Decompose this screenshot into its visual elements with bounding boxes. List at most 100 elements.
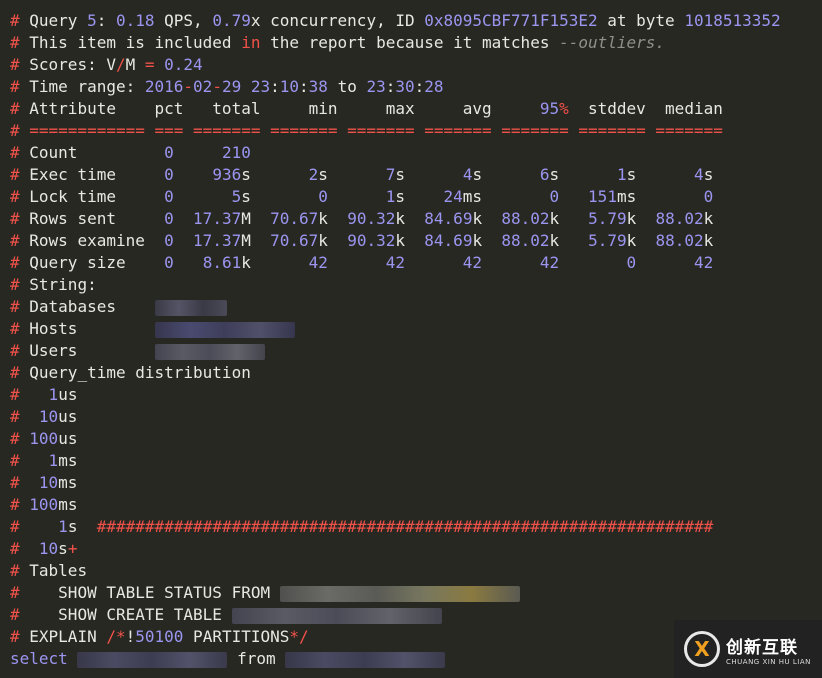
terminal-text: k bbox=[395, 209, 425, 228]
terminal-text: ms bbox=[462, 187, 550, 206]
terminal-text: M bbox=[125, 55, 145, 74]
terminal-text: + bbox=[67, 539, 78, 558]
terminal-text: 936 bbox=[212, 165, 242, 184]
terminal-line: # Databases bbox=[10, 296, 822, 318]
terminal-text: k bbox=[318, 231, 348, 250]
terminal-text: QPS, bbox=[154, 11, 213, 30]
terminal-line: # 10us bbox=[10, 406, 822, 428]
watermark-logo: X 创新互联 CHUANG XIN HU LIAN bbox=[674, 620, 822, 678]
terminal-text: k bbox=[241, 253, 309, 272]
terminal-text: - bbox=[212, 77, 222, 96]
terminal-text: = bbox=[144, 55, 155, 74]
terminal-text: 1018513352 bbox=[684, 11, 781, 30]
terminal-output[interactable]: # Query 5: 0.18 QPS, 0.79x concurrency, … bbox=[0, 0, 822, 678]
terminal-text: 2 bbox=[308, 165, 319, 184]
terminal-line: # Query 5: 0.18 QPS, 0.79x concurrency, … bbox=[10, 10, 822, 32]
terminal-text: ms bbox=[616, 187, 704, 206]
terminal-line: # Users bbox=[10, 340, 822, 362]
terminal-text: 42 bbox=[308, 253, 328, 272]
terminal-text: 0 bbox=[164, 231, 174, 250]
terminal-text: 02 bbox=[193, 77, 213, 96]
terminal-text: 0.18 bbox=[115, 11, 155, 30]
terminal-text: 23 bbox=[366, 77, 386, 96]
terminal-text: M bbox=[241, 231, 271, 250]
terminal-text: us bbox=[58, 429, 78, 448]
terminal-line: # Rows examine 0 17.37M 70.67k 90.32k 84… bbox=[10, 230, 822, 252]
terminal-text: : bbox=[299, 77, 309, 96]
terminal-text: 7 bbox=[385, 165, 396, 184]
terminal-text: 42 bbox=[539, 253, 560, 272]
terminal-line: # Attribute pct total min max avg 95% st… bbox=[10, 98, 822, 120]
terminal-line: # 10s+ bbox=[10, 538, 822, 560]
terminal-text: PARTITIONS bbox=[183, 627, 290, 646]
terminal-text: 100 bbox=[29, 495, 59, 514]
terminal-text: Tables bbox=[19, 561, 88, 580]
terminal-text: k bbox=[472, 231, 502, 250]
terminal-line: # Exec time 0 936s 2s 7s 4s 6s 1s 4s bbox=[10, 164, 822, 186]
redacted-value bbox=[279, 585, 520, 602]
terminal-text: String: bbox=[19, 275, 97, 294]
terminal-text: # bbox=[10, 275, 20, 294]
redacted-value bbox=[154, 343, 265, 360]
terminal-line: # Query_time distribution bbox=[10, 362, 822, 384]
terminal-text: # bbox=[10, 209, 20, 228]
terminal-text: ms bbox=[58, 451, 78, 470]
terminal-line: # 100ms bbox=[10, 494, 822, 516]
terminal-text: 28 bbox=[424, 77, 444, 96]
terminal-text: : bbox=[385, 77, 396, 96]
redacted-value bbox=[154, 299, 227, 316]
terminal-text: 23 bbox=[250, 77, 271, 96]
terminal-text: 1 bbox=[616, 165, 627, 184]
terminal-text: Exec time bbox=[19, 165, 165, 184]
terminal-text: s bbox=[67, 517, 97, 536]
terminal-text: from bbox=[227, 649, 286, 668]
terminal-text: 42 bbox=[385, 253, 405, 272]
terminal-text: Hosts bbox=[19, 319, 155, 338]
terminal-text: # bbox=[10, 429, 20, 448]
terminal-text: at byte bbox=[597, 11, 685, 30]
terminal-text: 4 bbox=[462, 165, 473, 184]
redacted-value bbox=[154, 321, 295, 338]
terminal-text: # bbox=[10, 231, 20, 250]
terminal-text: 10 bbox=[38, 407, 59, 426]
terminal-text: # bbox=[10, 297, 20, 316]
terminal-text: 88.02 bbox=[501, 209, 550, 228]
terminal-text: - bbox=[183, 77, 194, 96]
terminal-text: to bbox=[327, 77, 367, 96]
terminal-text: 5.79 bbox=[588, 231, 627, 250]
terminal-text: 42 bbox=[693, 253, 714, 272]
terminal-text: 0x8095CBF771F153E2 bbox=[424, 11, 598, 30]
terminal-text: # bbox=[10, 11, 20, 30]
terminal-text: # bbox=[10, 451, 20, 470]
terminal-text: EXPLAIN bbox=[19, 627, 107, 646]
terminal-text: 50100 bbox=[135, 627, 184, 646]
terminal-text: x concurrency, ID bbox=[250, 11, 425, 30]
terminal-text: / bbox=[115, 55, 126, 74]
terminal-text: s bbox=[549, 165, 617, 184]
terminal-text: # bbox=[10, 495, 20, 514]
terminal-text: the report because it matches bbox=[260, 33, 560, 52]
terminal-text: # bbox=[10, 165, 20, 184]
terminal-text: : bbox=[96, 11, 116, 30]
terminal-text: ms bbox=[58, 495, 78, 514]
terminal-text: 0 bbox=[164, 143, 174, 162]
terminal-text: --outliers. bbox=[559, 33, 666, 52]
terminal-text: stddev median bbox=[568, 99, 723, 118]
terminal-text: # bbox=[10, 407, 20, 426]
terminal-text: # bbox=[10, 627, 20, 646]
terminal-text: Rows examine bbox=[19, 231, 165, 250]
terminal-line: # Time range: 2016-02-29 23:10:38 to 23:… bbox=[10, 76, 822, 98]
terminal-text: s bbox=[703, 165, 714, 184]
terminal-text: ms bbox=[58, 473, 78, 492]
terminal-text: 70.67 bbox=[270, 209, 319, 228]
terminal-text: 151 bbox=[588, 187, 617, 206]
terminal-text: This item is included bbox=[19, 33, 242, 52]
terminal-text: k bbox=[703, 209, 714, 228]
